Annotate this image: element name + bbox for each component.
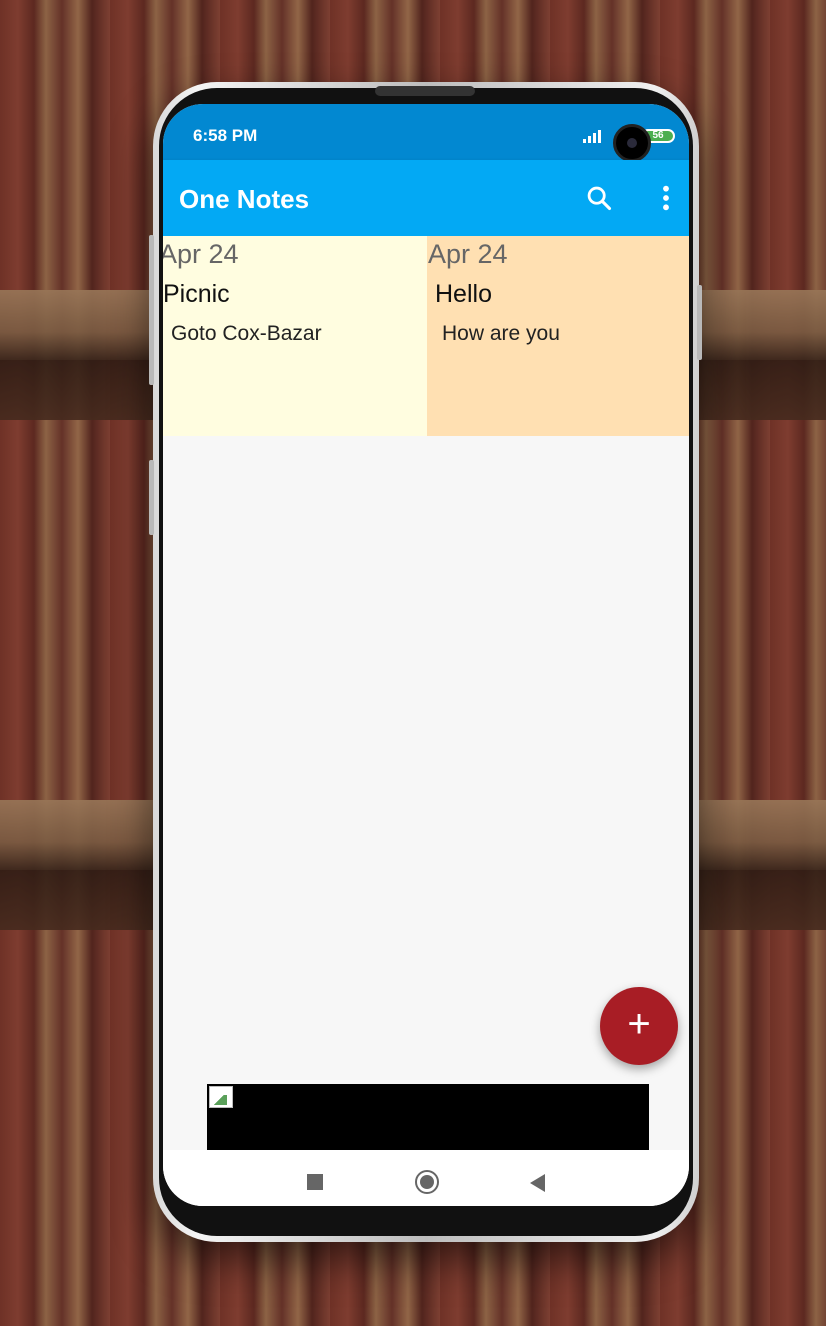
note-card-picnic[interactable]: Apr 24 Picnic Goto Cox-Bazar	[163, 236, 427, 436]
note-title: Hello	[435, 280, 492, 308]
phone-screen: 6:58 PM 56 One Notes Apr 24 Picnic Goto …	[163, 104, 689, 1206]
note-date: Apr 24	[163, 239, 239, 269]
earpiece-speaker	[375, 86, 475, 96]
bixby-button	[149, 460, 154, 535]
ad-banner[interactable]	[207, 1084, 649, 1150]
home-icon[interactable]	[415, 1170, 439, 1194]
recent-apps-icon[interactable]	[307, 1174, 323, 1190]
search-icon[interactable]	[585, 184, 613, 212]
note-title: Picnic	[163, 280, 230, 308]
back-icon[interactable]	[530, 1174, 545, 1192]
more-vert-icon[interactable]	[657, 184, 675, 212]
add-note-button[interactable]: +	[600, 987, 678, 1065]
app-bar: One Notes	[163, 160, 689, 236]
power-button	[697, 285, 702, 360]
broken-image-icon	[209, 1086, 233, 1108]
note-card-hello[interactable]: Apr 24 Hello How are you	[427, 236, 689, 436]
status-time: 6:58 PM	[193, 126, 258, 145]
note-date: Apr 24	[428, 239, 508, 269]
volume-button	[149, 235, 154, 385]
notes-grid: Apr 24 Picnic Goto Cox-Bazar Apr 24 Hell…	[163, 236, 689, 436]
app-title: One Notes	[179, 184, 310, 214]
note-body: Goto Cox-Bazar	[171, 322, 322, 345]
front-camera-icon	[613, 124, 651, 162]
status-bar: 6:58 PM 56	[163, 104, 689, 162]
signal-icon	[583, 129, 605, 143]
note-body: How are you	[442, 322, 560, 345]
add-icon: +	[627, 1002, 651, 1046]
navigation-bar	[163, 1150, 689, 1206]
